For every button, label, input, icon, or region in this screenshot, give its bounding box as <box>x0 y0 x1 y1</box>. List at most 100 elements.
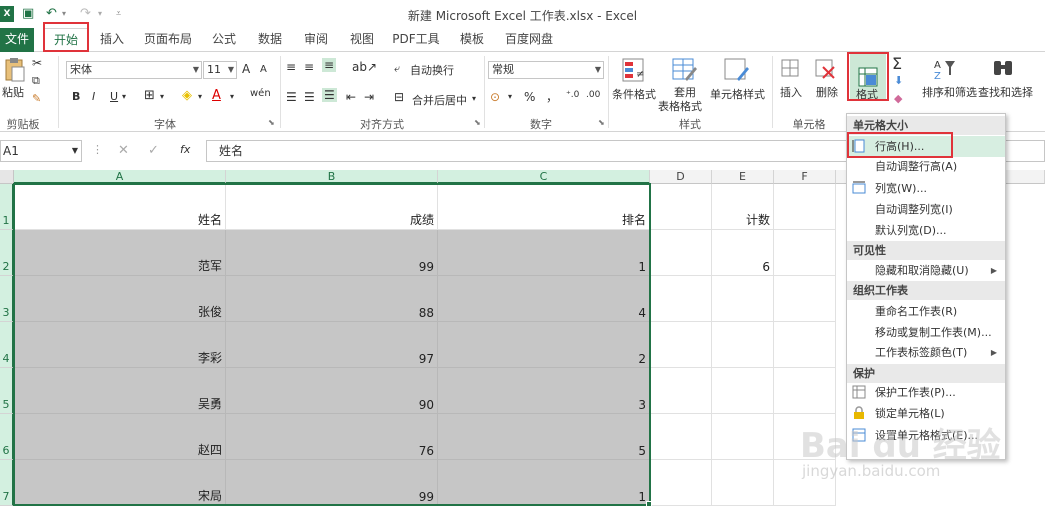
find-select-button[interactable]: 查找和选择 <box>978 84 1033 100</box>
cut-icon[interactable]: ✂ <box>32 56 42 70</box>
currency-icon[interactable]: ⊙ <box>490 90 500 104</box>
percent-button[interactable]: % <box>524 90 535 104</box>
menu-item-move-copy[interactable]: 移动或复制工作表(M)... <box>847 322 1005 343</box>
delete-button[interactable]: 删除 <box>816 84 838 100</box>
cell-d4[interactable] <box>650 322 712 368</box>
fill-icon[interactable]: ⬇ <box>894 74 903 87</box>
insert-button[interactable]: 插入 <box>780 84 802 100</box>
align-right-icon[interactable]: ☰ <box>322 88 337 102</box>
column-header-b[interactable]: B <box>226 170 438 184</box>
font-color-icon[interactable]: A <box>212 88 221 103</box>
row-header[interactable]: 2 <box>0 230 14 276</box>
cell-b7[interactable]: 99 <box>226 460 438 506</box>
row-header[interactable]: 5 <box>0 368 14 414</box>
cancel-icon[interactable]: ✕ <box>118 143 129 158</box>
cell-e4[interactable] <box>712 322 774 368</box>
chevron-down-icon[interactable]: ▾ <box>160 92 164 101</box>
find-select-icon[interactable] <box>990 56 1016 82</box>
cell-e1[interactable]: 计数 <box>712 184 774 230</box>
decrease-indent-icon[interactable]: ⇤ <box>346 90 356 104</box>
insert-cells-icon[interactable] <box>780 58 802 80</box>
font-name-select[interactable]: 宋体 ▼ <box>66 61 202 79</box>
menu-item-hide-unhide[interactable]: 隐藏和取消隐藏(U) ▶ <box>847 260 1005 281</box>
cell-d5[interactable] <box>650 368 712 414</box>
tab-view[interactable]: 视图 <box>342 28 382 52</box>
cell-f4[interactable] <box>774 322 836 368</box>
sort-filter-button[interactable]: 排序和筛选 <box>922 84 977 100</box>
chevron-down-icon[interactable]: ▾ <box>230 92 234 101</box>
tab-formulas[interactable]: 公式 <box>204 28 244 52</box>
tab-page-layout[interactable]: 页面布局 <box>140 28 196 52</box>
row-header[interactable]: 4 <box>0 322 14 368</box>
cell-f1[interactable] <box>774 184 836 230</box>
cell-b1[interactable]: 成绩 <box>226 184 438 230</box>
format-as-table-icon[interactable] <box>670 56 698 84</box>
paste-icon[interactable] <box>2 56 26 84</box>
menu-item-rename-sheet[interactable]: 重命名工作表(R) <box>847 301 1005 322</box>
orientation-icon[interactable]: ab↗ <box>352 60 377 74</box>
shrink-font-icon[interactable]: A <box>260 64 267 75</box>
cell-b6[interactable]: 76 <box>226 414 438 460</box>
wrap-text-icon[interactable]: ⤶ <box>394 62 400 76</box>
cell-styles-button[interactable]: 单元格样式 <box>710 86 765 102</box>
cell-a6[interactable]: 赵四 <box>14 414 226 460</box>
dialog-launcher-icon[interactable]: ⬊ <box>474 118 481 127</box>
fill-color-icon[interactable]: ◈ <box>182 88 192 103</box>
cell-e2[interactable]: 6 <box>712 230 774 276</box>
italic-button[interactable]: I <box>92 90 95 103</box>
cell-f3[interactable] <box>774 276 836 322</box>
cell-a4[interactable]: 李彩 <box>14 322 226 368</box>
tab-insert[interactable]: 插入 <box>92 28 132 52</box>
cell-d3[interactable] <box>650 276 712 322</box>
menu-item-tab-color[interactable]: 工作表标签颜色(T) ▶ <box>847 342 1005 363</box>
cell-c4[interactable]: 2 <box>438 322 650 368</box>
cell-a7[interactable]: 宋局 <box>14 460 226 506</box>
merge-center-button[interactable]: 合并后居中 <box>412 92 467 108</box>
menu-item-default-width[interactable]: 默认列宽(D)... <box>847 220 1005 241</box>
underline-button[interactable]: U <box>110 90 118 103</box>
align-middle-icon[interactable]: ≡ <box>304 60 314 74</box>
cell-c7[interactable]: 1 <box>438 460 650 506</box>
conditional-formatting-button[interactable]: 条件格式 <box>612 86 656 102</box>
tab-templates[interactable]: 模板 <box>452 28 492 52</box>
tab-file[interactable]: 文件 <box>0 28 34 52</box>
cell-a2[interactable]: 范军 <box>14 230 226 276</box>
cell-d1[interactable] <box>650 184 712 230</box>
cell-e6[interactable] <box>712 414 774 460</box>
column-header-c[interactable]: C <box>438 170 650 184</box>
comma-button[interactable]: ， <box>546 88 558 105</box>
cell-e3[interactable] <box>712 276 774 322</box>
align-left-icon[interactable]: ☰ <box>286 90 297 104</box>
wrap-text-button[interactable]: 自动换行 <box>410 62 454 78</box>
column-header-e[interactable]: E <box>712 170 774 184</box>
bold-button[interactable]: B <box>72 90 80 103</box>
cell-b4[interactable]: 97 <box>226 322 438 368</box>
clear-icon[interactable]: ◆ <box>894 92 902 105</box>
column-header-f[interactable]: F <box>774 170 836 184</box>
delete-cells-icon[interactable] <box>814 58 836 80</box>
phonetic-icon[interactable]: wén <box>250 88 271 99</box>
cell-b3[interactable]: 88 <box>226 276 438 322</box>
row-header[interactable]: 7 <box>0 460 14 506</box>
column-header-a[interactable]: A <box>14 170 226 184</box>
cell-e7[interactable] <box>712 460 774 506</box>
increase-decimal-icon[interactable]: ⁺.0 <box>566 90 579 100</box>
align-top-icon[interactable]: ≡ <box>286 60 296 74</box>
cell-a3[interactable]: 张俊 <box>14 276 226 322</box>
row-header[interactable]: 1 <box>0 184 14 230</box>
cell-c3[interactable]: 4 <box>438 276 650 322</box>
cell-f5[interactable] <box>774 368 836 414</box>
chevron-down-icon[interactable]: ▾ <box>122 92 126 101</box>
conditional-formatting-icon[interactable]: ≠ <box>620 56 648 84</box>
font-size-select[interactable]: 11 ▼ <box>203 61 237 79</box>
tab-pdf-tools[interactable]: PDF工具 <box>388 28 444 52</box>
cell-d7[interactable] <box>650 460 712 506</box>
chevron-down-icon[interactable]: ▾ <box>472 94 476 103</box>
enter-icon[interactable]: ✓ <box>148 143 159 158</box>
menu-item-column-width[interactable]: 列宽(W)... <box>847 178 1005 199</box>
menu-item-autofit-column[interactable]: 自动调整列宽(I) <box>847 199 1005 220</box>
row-header[interactable]: 6 <box>0 414 14 460</box>
borders-icon[interactable]: ⊞ <box>144 88 155 103</box>
cell-d2[interactable] <box>650 230 712 276</box>
decrease-decimal-icon[interactable]: .00 <box>586 90 600 100</box>
